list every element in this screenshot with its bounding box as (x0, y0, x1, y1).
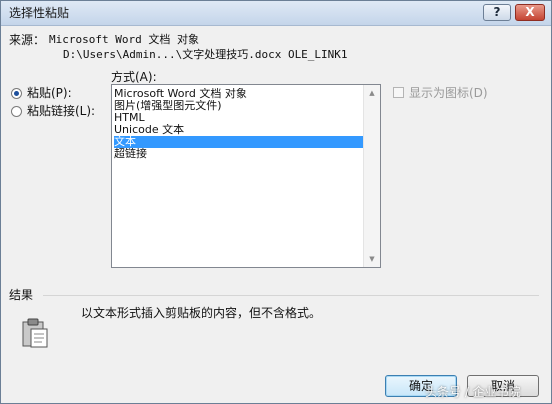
result-divider (43, 295, 539, 296)
scroll-down-icon[interactable]: ▼ (364, 252, 380, 266)
dialog-title: 选择性粘贴 (9, 6, 70, 20)
paste-radio[interactable] (11, 88, 22, 99)
source-object: Microsoft Word 文档 对象 (49, 33, 199, 46)
help-button[interactable]: ? (483, 4, 511, 21)
clipboard-icon (22, 318, 48, 348)
paste-radio-label[interactable]: 粘贴(P): (27, 86, 72, 100)
title-bar: 选择性粘贴 ? X (1, 1, 551, 26)
source-path: D:\Users\Admin...\文字处理技巧.docx OLE_LINK1 (63, 48, 348, 61)
format-item-picture[interactable]: 图片(增强型图元文件) (114, 100, 364, 112)
display-as-icon-checkbox[interactable] (393, 87, 404, 98)
display-as-icon-label[interactable]: 显示为图标(D) (409, 86, 488, 100)
result-label: 结果 (9, 288, 34, 302)
format-list[interactable]: Microsoft Word 文档 对象 图片(增强型图元文件) HTML Un… (111, 84, 381, 268)
source-label: 来源： (9, 33, 46, 47)
format-item-hyperlink[interactable]: 超链接 (114, 148, 364, 160)
paste-link-radio-label[interactable]: 粘贴链接(L): (27, 104, 95, 118)
format-item-html[interactable]: HTML (114, 112, 364, 124)
format-item-unicode-text[interactable]: Unicode 文本 (114, 124, 364, 136)
as-label: 方式(A): (111, 70, 157, 84)
close-button[interactable]: X (515, 4, 545, 21)
format-item-word-object[interactable]: Microsoft Word 文档 对象 (114, 88, 364, 100)
paste-link-radio[interactable] (11, 106, 22, 117)
paste-special-dialog: 选择性粘贴 ? X 来源： Microsoft Word 文档 对象 D:\Us… (0, 0, 552, 404)
format-item-text[interactable]: 文本 (114, 136, 364, 148)
watermark: 头条号 / 企业书院 (425, 385, 521, 399)
scroll-up-icon[interactable]: ▲ (364, 86, 380, 100)
result-description: 以文本形式插入剪贴板的内容，但不含格式。 (81, 306, 322, 320)
format-list-scrollbar[interactable]: ▲ ▼ (363, 85, 380, 267)
